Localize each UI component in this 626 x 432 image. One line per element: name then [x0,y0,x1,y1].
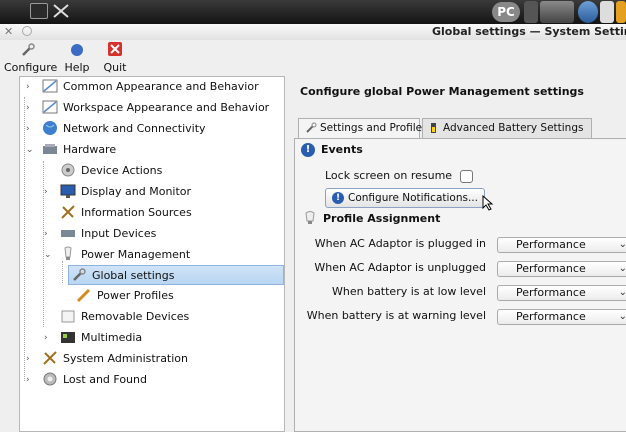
expand-arrow-icon[interactable]: › [26,77,36,97]
tree-item-removable-devices[interactable]: Removable Devices [60,307,189,327]
ac-unplugged-label: When AC Adaptor is unplugged [314,261,486,274]
chevron-down-icon: ⌄ [618,263,626,274]
chevron-down-icon: ⌄ [618,287,626,298]
device-actions-icon [61,163,75,177]
expand-arrow-icon[interactable]: › [26,370,36,390]
expand-arrow-icon[interactable]: › [26,98,36,118]
info-icon: ! [332,192,345,204]
battery-warning-select[interactable]: Performance ⌄ [497,309,626,325]
input-devices-icon [61,230,75,237]
tree-item-common-appearance[interactable]: › Common Appearance and Behavior [26,77,259,97]
chevron-down-icon: ⌄ [618,239,626,250]
tree-item-lost-and-found[interactable]: › Lost and Found [26,370,147,390]
lost-found-icon [43,372,57,386]
collapse-arrow-icon[interactable]: ⌄ [44,245,54,265]
information-icon [61,205,75,219]
toolbar: Configure Help ⌄ Quit [0,40,626,86]
wrench-icon [306,122,317,133]
network-icon [43,121,57,135]
tray-network-icon[interactable] [578,1,598,23]
wrench-icon [22,43,35,56]
tray-widget-icon[interactable] [540,1,574,23]
expand-arrow-icon[interactable]: › [44,224,54,244]
ac-plugged-select[interactable]: Performance ⌄ [497,237,626,253]
window-title: Global settings — System Settings [432,25,626,38]
lock-screen-checkbox[interactable] [459,169,473,183]
tools-icon[interactable] [52,3,70,19]
desktop-icon[interactable] [30,3,48,19]
configure-notifications-button[interactable]: ! Configure Notifications... [325,188,485,208]
tree-item-global-settings[interactable]: Global settings [68,265,284,285]
help-icon [71,44,83,56]
ac-unplugged-select[interactable]: Performance ⌄ [497,261,626,277]
lock-screen-option[interactable]: Lock screen on resume [325,169,473,183]
ac-plugged-label: When AC Adaptor is plugged in [314,237,486,250]
tree-item-power-management[interactable]: ⌄ Power Management [44,245,190,265]
tray-pc-icon[interactable]: PC [492,2,520,22]
multimedia-icon [61,332,75,343]
display-icon [60,184,76,198]
taskbar: PC [0,0,626,24]
info-icon: ! [301,143,315,157]
configure-button[interactable]: Configure [4,42,57,74]
main-content: Configure global Power Management settin… [292,76,626,432]
window-menu-icon[interactable] [22,26,32,36]
tab-advanced-battery-settings[interactable]: Advanced Battery Settings [422,118,592,138]
tree-item-hardware[interactable]: ⌄ Hardware [26,140,116,160]
tree-item-system-administration[interactable]: › System Administration [26,349,188,369]
system-admin-icon [43,351,57,365]
tray-power-icon[interactable] [600,1,614,23]
expand-arrow-icon[interactable]: › [44,182,54,202]
settings-tree[interactable]: › Common Appearance and Behavior › Works… [19,76,285,432]
events-heading: ! Events [301,143,363,157]
tray-menu-icon[interactable] [524,1,538,23]
battery-low-label: When battery is at low level [332,285,486,298]
tab-settings-and-profile[interactable]: Settings and Profile [298,118,422,138]
profile-assignment-heading: Profile Assignment [303,211,440,227]
tree-item-network[interactable]: › Network and Connectivity [26,119,206,139]
window-titlebar: ✕ Global settings — System Settings [0,24,626,40]
settings-panel: ! Events Lock screen on resume ! Configure… [294,138,626,432]
workspace-icon [42,100,58,114]
tree-item-input-devices[interactable]: › Input Devices [44,224,156,244]
close-icon[interactable]: ✕ [4,25,13,38]
global-settings-icon [73,268,86,281]
quit-button[interactable]: Quit [100,42,130,74]
tree-item-device-actions[interactable]: Device Actions [60,161,162,181]
collapse-arrow-icon[interactable]: ⌄ [26,140,36,160]
mouse-cursor-icon [482,195,494,211]
quit-icon [108,42,122,56]
tree-item-display[interactable]: › Display and Monitor [44,182,191,202]
removable-devices-icon [61,310,75,323]
tree-item-information[interactable]: Information Sources [60,203,192,223]
expand-arrow-icon[interactable]: › [44,328,54,348]
expand-arrow-icon[interactable]: › [26,119,36,139]
page-title: Configure global Power Management settin… [300,85,584,98]
tree-item-power-profiles[interactable]: Power Profiles [76,286,174,306]
hardware-icon [43,144,57,154]
bulb-icon [305,211,315,224]
expand-arrow-icon[interactable]: › [26,349,36,369]
power-icon [64,246,72,260]
tray-notify-icon[interactable] [616,1,626,23]
battery-warning-label: When battery is at warning level [306,309,486,322]
power-profiles-icon [76,288,91,303]
tree-item-workspace-appearance[interactable]: › Workspace Appearance and Behavior [26,98,269,118]
battery-icon [431,123,436,133]
battery-low-select[interactable]: Performance ⌄ [497,285,626,301]
tree-item-multimedia[interactable]: › Multimedia [44,328,142,348]
chevron-down-icon: ⌄ [618,311,626,322]
appearance-icon [42,79,58,93]
